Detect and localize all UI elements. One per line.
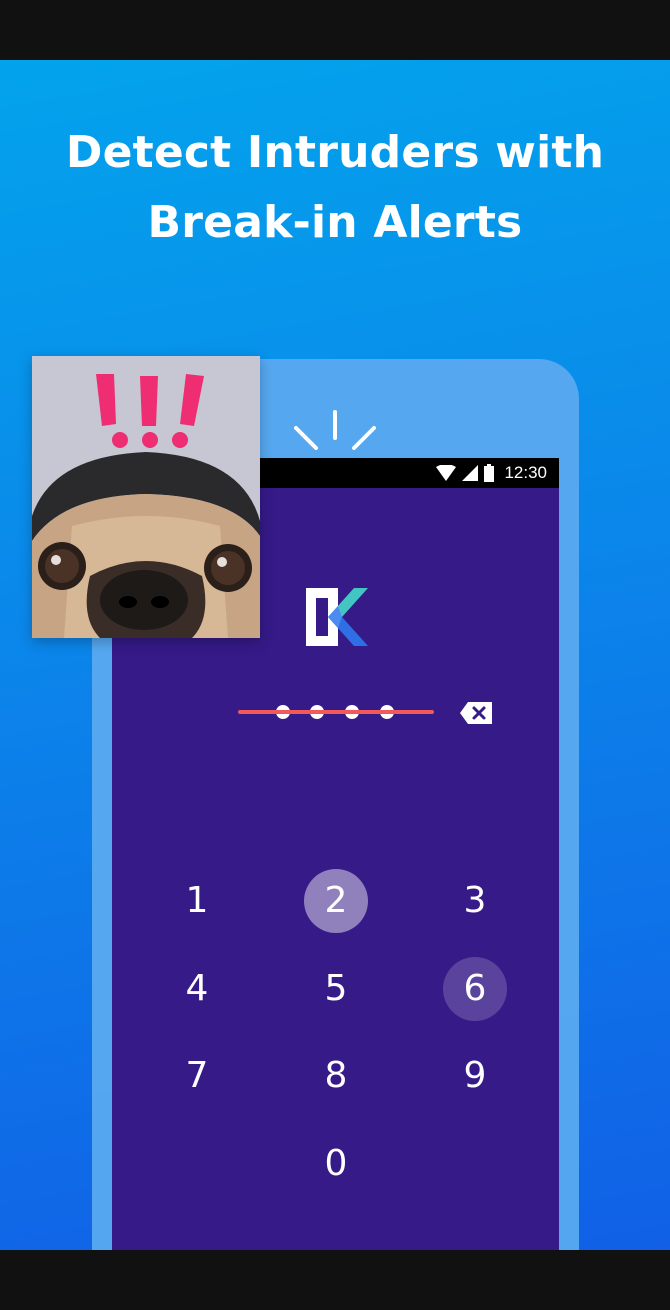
- battery-icon: [484, 464, 495, 482]
- keypad-key-2[interactable]: 2: [304, 869, 368, 933]
- keypad-key-5[interactable]: 5: [304, 957, 368, 1021]
- top-black-bar: [0, 0, 670, 60]
- bottom-black-bar: [0, 1250, 670, 1310]
- keepsafe-logo: [306, 588, 368, 646]
- keypad-key-3[interactable]: 3: [443, 869, 507, 933]
- keypad-key-6[interactable]: 6: [443, 957, 507, 1021]
- pin-indicator: [238, 702, 434, 722]
- keypad-key-0[interactable]: 0: [304, 1132, 368, 1196]
- promo-headline: Detect Intruders with Break-in Alerts: [0, 118, 670, 258]
- pin-error-strike: [238, 710, 434, 714]
- pug-photo-illustration: [32, 356, 260, 638]
- headline-line-1: Detect Intruders with: [65, 127, 605, 178]
- keypad-key-7[interactable]: 7: [165, 1044, 229, 1108]
- signal-icon: [462, 465, 479, 481]
- keypad-key-8[interactable]: 8: [304, 1044, 368, 1108]
- wifi-icon: [436, 465, 457, 481]
- headline-line-2: Break-in Alerts: [147, 197, 523, 248]
- keypad-key-9[interactable]: 9: [443, 1044, 507, 1108]
- intruder-photo: [32, 356, 260, 638]
- backspace-icon[interactable]: [460, 702, 492, 724]
- keypad-key-1[interactable]: 1: [165, 869, 229, 933]
- keypad-key-4[interactable]: 4: [165, 957, 229, 1021]
- status-time: 12:30: [504, 463, 547, 482]
